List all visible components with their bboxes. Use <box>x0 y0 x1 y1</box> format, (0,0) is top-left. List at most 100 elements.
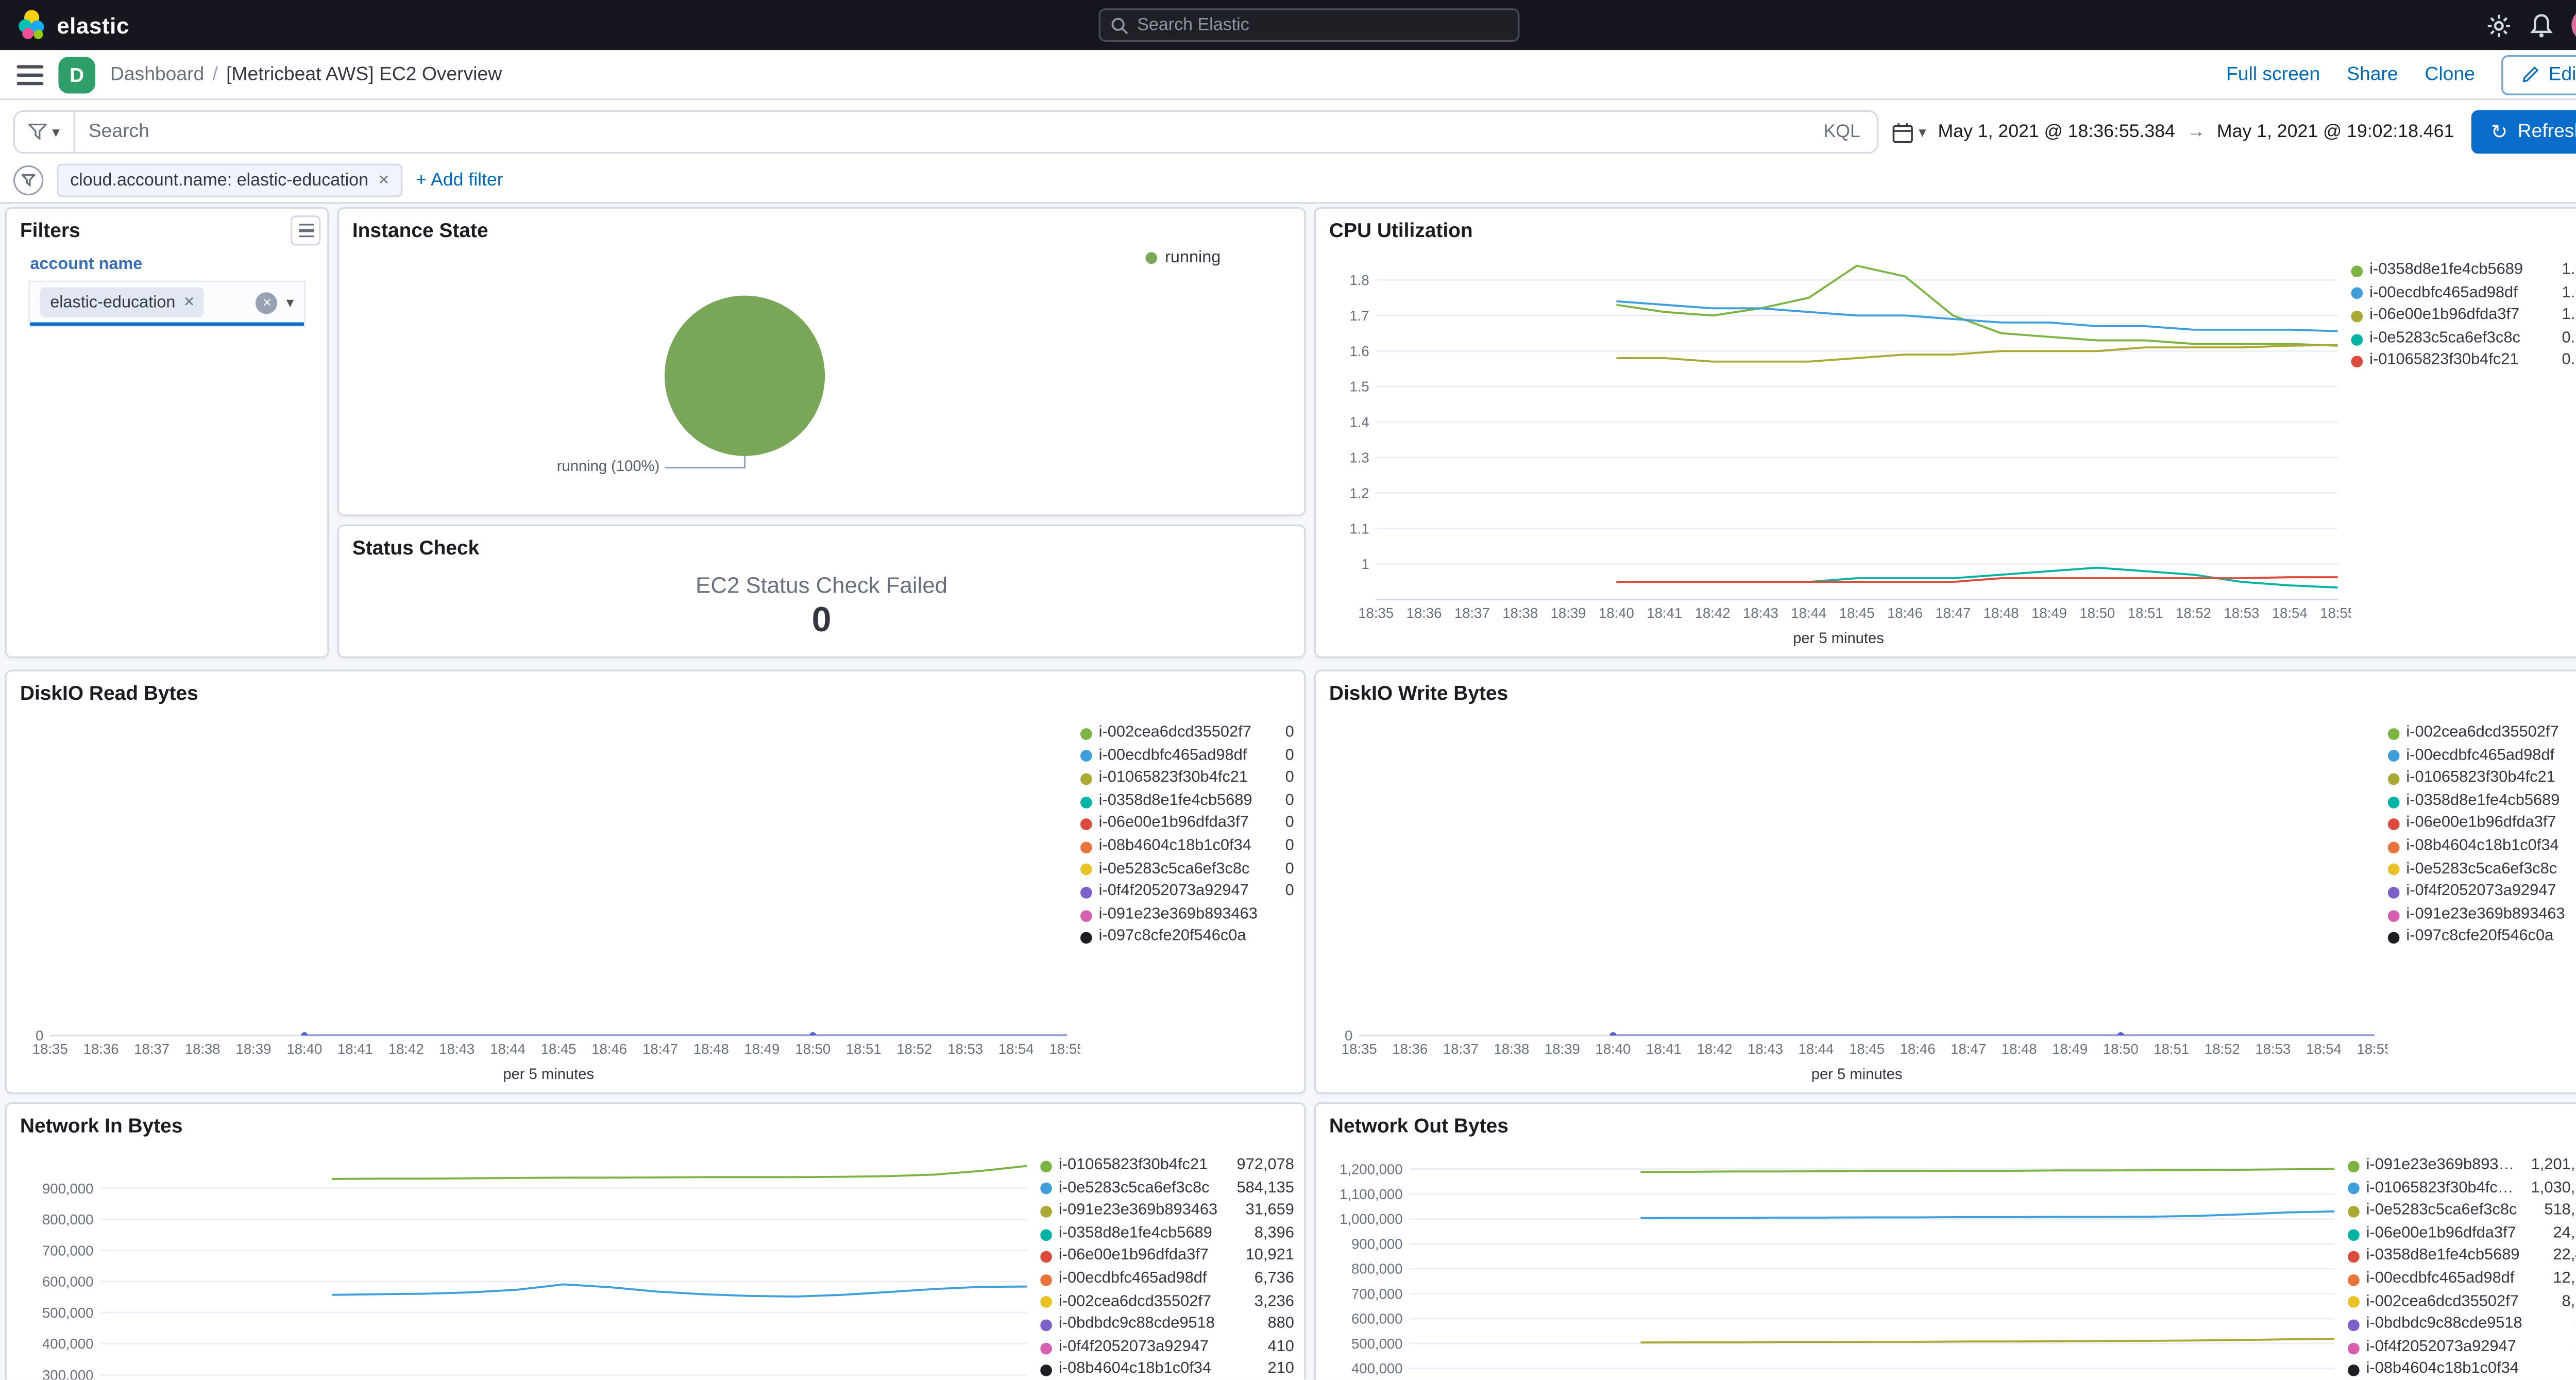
query-input[interactable] <box>75 122 1807 142</box>
legend-item[interactable]: i-08b4604c18b1c0f340 <box>2387 838 2576 856</box>
legend-item[interactable]: i-091e23e369b893463 31,659 <box>1040 1202 1294 1220</box>
svg-text:18:39: 18:39 <box>1551 605 1586 621</box>
legend-item[interactable]: i-08b4604c18b1c0f34 210 <box>1040 1361 1294 1379</box>
share-button[interactable]: Share <box>2347 64 2398 85</box>
panel-network-out-bytes: Network Out Bytes 400,000 500,000 600,000 7… <box>1314 1102 2576 1380</box>
legend-item[interactable]: i-00ecdbfc465ad98df 12,176 <box>2347 1270 2576 1288</box>
legend-item[interactable]: i-0e5283c5ca6ef3c8c0 <box>1080 860 1294 879</box>
network-out-chart[interactable]: 400,000 500,000 600,000 700,000 800,000 900,0… <box>1326 1144 2348 1379</box>
remove-filter-icon[interactable]: × <box>378 171 389 190</box>
account-name-combobox[interactable]: elastic-education × × ▾ <box>30 282 304 326</box>
legend-item[interactable]: running <box>1145 249 1221 267</box>
svg-text:18:44: 18:44 <box>1799 1041 1834 1057</box>
legend-item[interactable]: i-0bdbdc9c88cde9518588 <box>2347 1316 2576 1334</box>
legend-item[interactable]: i-08b4604c18b1c0f34196 <box>2347 1361 2576 1379</box>
panel-options-button[interactable] <box>290 215 321 246</box>
legend-item[interactable]: i-002cea6dcd35502f7 3,236 <box>1040 1292 1294 1311</box>
legend-item[interactable]: i-08b4604c18b1c0f340 <box>1080 837 1294 856</box>
breadcrumb-dashboard[interactable]: Dashboard <box>110 64 204 85</box>
legend-item[interactable]: i-097c8cfe20f546c0a <box>1080 929 1294 947</box>
date-end[interactable]: May 1, 2021 @ 19:02:18.461 <box>2217 122 2454 142</box>
query-filter-section: ▾ KQL ▾ May 1, 2021 @ 18:36:55.384 → <box>0 100 2576 204</box>
legend-item[interactable]: i-00ecdbfc465ad98df 1.656 <box>2351 284 2576 302</box>
svg-text:600,000: 600,000 <box>42 1274 94 1290</box>
legend-item[interactable]: i-0f4f2052073a929470 <box>1080 883 1294 901</box>
svg-text:18:50: 18:50 <box>795 1041 831 1057</box>
legend-item[interactable]: i-06e00e1b96dfda3f70 <box>1080 815 1294 833</box>
legend-item[interactable]: i-002cea6dcd35502f70 <box>1080 724 1294 743</box>
settings-button[interactable] <box>2486 12 2512 38</box>
legend-label: i-0358d8e1fe4cb5689 <box>2366 1248 2520 1265</box>
network-in-chart[interactable]: 300,000 400,000 500,000 600,000 700,000 800,0… <box>16 1144 1040 1379</box>
global-search[interactable] <box>1098 8 1520 42</box>
svg-text:18:40: 18:40 <box>286 1041 322 1057</box>
legend-item[interactable]: i-0f4f2052073a92947208 <box>2347 1338 2576 1357</box>
legend-item[interactable]: i-0358d8e1fe4cb56890 <box>1080 792 1294 811</box>
date-quick-select-button[interactable]: ▾ <box>1892 121 1926 143</box>
legend-item[interactable]: i-0358d8e1fe4cb5689 1.615 <box>2351 261 2576 280</box>
diskio-write-chart[interactable]: 018:35 18:36 18:37 18:38 18:39 18:40 18:41 18:4… <box>1326 712 2388 1066</box>
date-start[interactable]: May 1, 2021 @ 18:36:55.384 <box>1938 122 2175 142</box>
legend-item[interactable]: i-06e00e1b96dfda3f7 24,685 <box>2347 1224 2576 1243</box>
legend-item[interactable]: i-01065823f30b4fc210 <box>2387 770 2576 788</box>
legend-item[interactable]: i-002cea6dcd35502f70 <box>2387 725 2576 743</box>
diskio-read-chart[interactable]: 018:35 18:36 18:37 18:38 18:39 18:40 18:41 18:4… <box>16 712 1080 1066</box>
legend-item[interactable]: i-0e5283c5ca6ef3c8c 584,135 <box>1040 1179 1294 1198</box>
add-filter-button[interactable]: + Add filter <box>416 171 503 191</box>
chart-legend: i-091e23e369b893… 1,201,252 i-01065823f30b… <box>2347 1144 2576 1379</box>
kql-toggle[interactable]: KQL <box>1807 122 1877 142</box>
legend-item[interactable]: i-0f4f2052073a929470 <box>2387 884 2576 901</box>
menu-button[interactable] <box>16 64 44 85</box>
svg-text:18:41: 18:41 <box>1647 605 1682 621</box>
legend-item[interactable]: i-0358d8e1fe4cb5689 22,498 <box>2347 1247 2576 1266</box>
svg-text:18:45: 18:45 <box>1839 605 1875 621</box>
legend-item[interactable]: i-097c8cfe20f546c0a <box>2387 929 2576 947</box>
legend-item[interactable]: i-01065823f30b4fc… 1,030,384 <box>2347 1179 2576 1198</box>
cpu-utilization-chart[interactable]: 1 1.1 1.2 1.3 1.4 1.5 1.6 1.7 1.8 18:35 18:36 18:37… <box>1326 249 2351 630</box>
filter-icon <box>28 123 47 141</box>
remove-option-icon[interactable]: × <box>184 292 195 312</box>
space-badge[interactable]: D <box>58 56 95 93</box>
legend-item[interactable]: i-06e00e1b96dfda3f7 10,921 <box>1040 1247 1294 1266</box>
legend-item[interactable]: i-00ecdbfc465ad98df0 <box>1080 747 1294 765</box>
full-screen-button[interactable]: Full screen <box>2226 64 2320 85</box>
chevron-down-icon[interactable]: ▾ <box>286 294 294 310</box>
legend-item[interactable]: i-0358d8e1fe4cb5689 8,396 <box>1040 1224 1294 1243</box>
legend-item[interactable]: i-0358d8e1fe4cb56890 <box>2387 793 2576 811</box>
legend-item[interactable]: i-06e00e1b96dfda3f7 1.617 <box>2351 307 2576 325</box>
legend-item[interactable]: i-0e5283c5ca6ef3c8c 518,768 <box>2347 1202 2576 1220</box>
legend-item[interactable]: i-0e5283c5ca6ef3c8c 0.934 <box>2351 329 2576 348</box>
legend-item[interactable]: i-091e23e369b893463 <box>1080 906 1294 924</box>
edit-button[interactable]: Edit <box>2501 54 2576 95</box>
filter-set-menu-button[interactable] <box>13 165 44 196</box>
user-avatar[interactable]: m <box>2571 8 2576 42</box>
legend-item[interactable]: i-002cea6dcd35502f7 8,779 <box>2347 1292 2576 1311</box>
svg-text:18:55: 18:55 <box>2357 1041 2387 1057</box>
legend-item[interactable]: i-06e00e1b96dfda3f70 <box>2387 816 2576 833</box>
saved-query-menu-button[interactable]: ▾ <box>15 112 75 152</box>
legend-item[interactable]: i-0f4f2052073a92947 410 <box>1040 1338 1294 1357</box>
clear-selection-icon[interactable]: × <box>256 291 278 313</box>
legend-item[interactable]: i-01065823f30b4fc21 972,078 <box>1040 1156 1294 1175</box>
dashboard-actions: Full screen Share Clone Edit <box>2226 54 2576 95</box>
legend-item[interactable]: i-091e23e369b893… 1,201,252 <box>2347 1156 2576 1175</box>
legend-item[interactable]: i-0e5283c5ca6ef3c8c0 <box>2387 861 2576 879</box>
svg-text:300,000: 300,000 <box>42 1367 94 1379</box>
filter-pill[interactable]: cloud.account.name: elastic-education × <box>57 163 403 197</box>
legend-item[interactable]: i-01065823f30b4fc21 0.963 <box>2351 352 2576 371</box>
svg-text:18:44: 18:44 <box>490 1041 526 1057</box>
pencil-icon <box>2522 66 2539 82</box>
selected-option-pill[interactable]: elastic-education × <box>40 287 205 317</box>
svg-text:700,000: 700,000 <box>1351 1286 1403 1302</box>
legend-item[interactable]: i-00ecdbfc465ad98df 6,736 <box>1040 1270 1294 1288</box>
legend-item[interactable]: i-091e23e369b893463 <box>2387 906 2576 924</box>
legend-item[interactable]: i-00ecdbfc465ad98df0 <box>2387 748 2576 765</box>
chevron-down-icon: ▾ <box>1919 123 1926 140</box>
legend-item[interactable]: i-01065823f30b4fc210 <box>1080 769 1294 788</box>
global-search-input[interactable] <box>1137 15 1508 36</box>
refresh-button[interactable]: ↻ Refresh <box>2470 110 2576 154</box>
clone-button[interactable]: Clone <box>2425 64 2475 85</box>
legend-item[interactable]: i-0bdbdc9c88cde9518 880 <box>1040 1316 1294 1334</box>
svg-text:800,000: 800,000 <box>42 1211 94 1227</box>
notifications-button[interactable] <box>2530 12 2553 38</box>
